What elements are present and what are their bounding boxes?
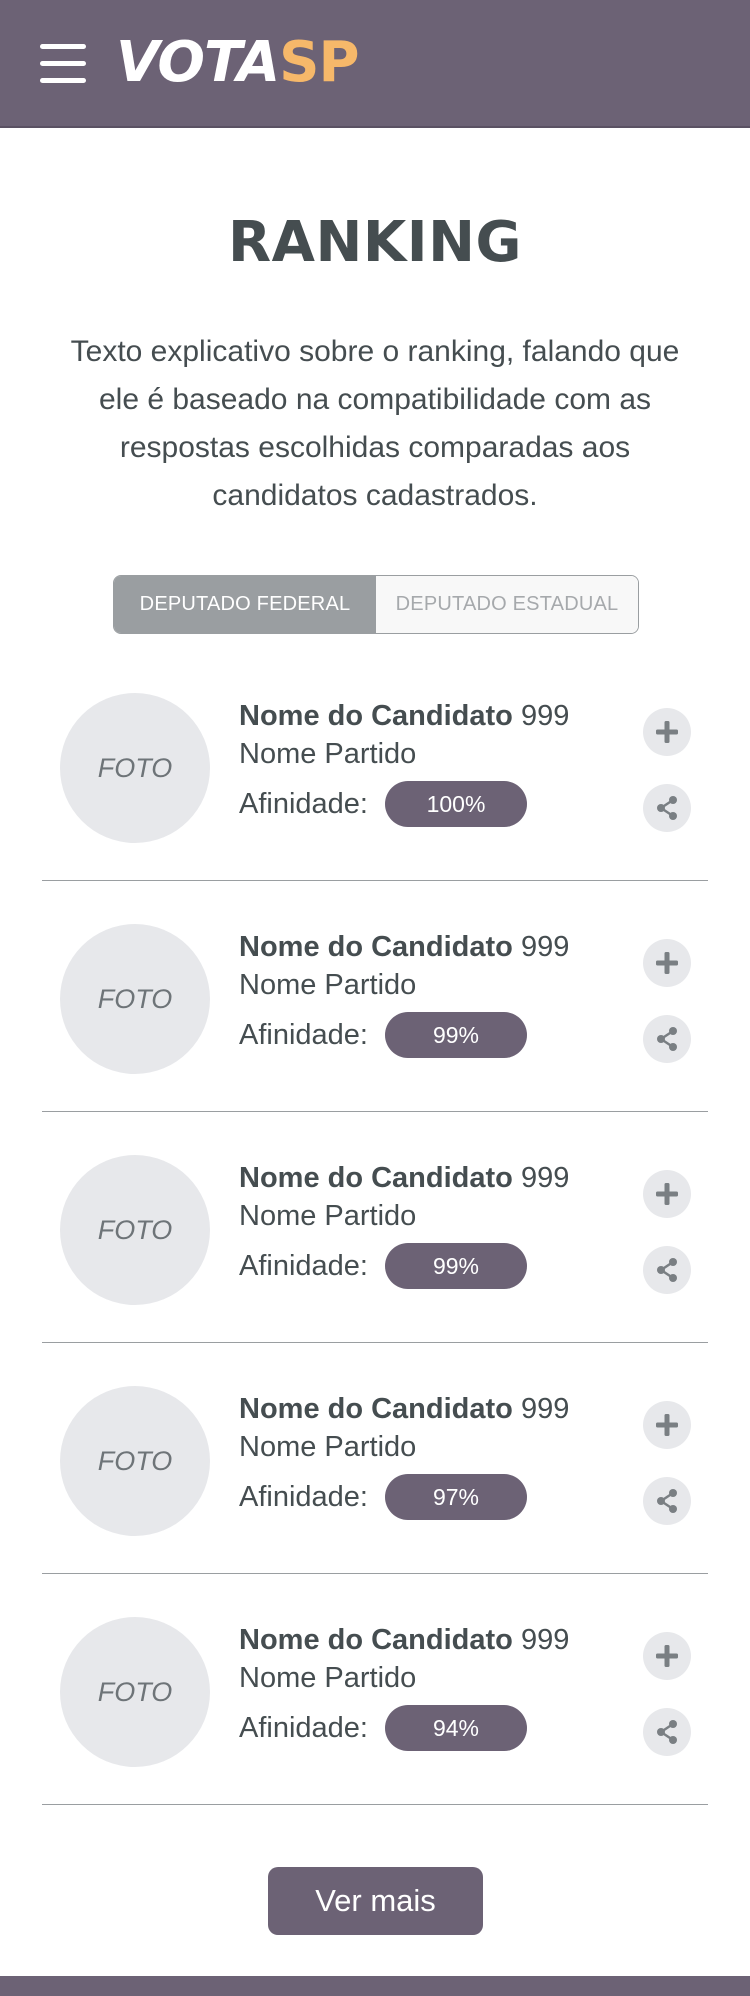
- hamburger-menu-icon[interactable]: [40, 40, 88, 88]
- candidate-list: FOTO Nome do Candidato 999 Nome Partido …: [42, 650, 708, 1805]
- affinity-row: Afinidade: 99%: [239, 1012, 569, 1058]
- candidate-number: 999: [520, 931, 570, 963]
- share-candidate-button[interactable]: [643, 1477, 691, 1525]
- footer-bar: [0, 1976, 750, 1996]
- affinity-badge: 94%: [385, 1705, 527, 1751]
- affinity-badge: 97%: [385, 1474, 527, 1520]
- candidate-number: 999: [520, 1624, 570, 1656]
- plus-icon: [656, 1183, 678, 1205]
- logo-text-sp: SP: [279, 30, 359, 95]
- candidate-card: FOTO Nome do Candidato 999 Nome Partido …: [42, 1343, 708, 1574]
- candidate-number: 999: [520, 1393, 570, 1425]
- candidate-name: Nome do Candidato: [239, 931, 513, 963]
- share-candidate-button[interactable]: [643, 1246, 691, 1294]
- affinity-label: Afinidade:: [239, 1019, 368, 1051]
- share-icon: [657, 1489, 677, 1513]
- tab-deputado-federal[interactable]: DEPUTADO FEDERAL: [114, 576, 376, 633]
- candidate-party: Nome Partido: [239, 969, 417, 1001]
- office-tabs: DEPUTADO FEDERAL DEPUTADO ESTADUAL: [113, 575, 639, 634]
- affinity-row: Afinidade: 100%: [239, 781, 569, 827]
- candidate-photo: FOTO: [60, 693, 210, 843]
- candidate-name: Nome do Candidato: [239, 1162, 513, 1194]
- plus-icon: [656, 952, 678, 974]
- share-icon: [657, 1720, 677, 1744]
- candidate-photo: FOTO: [60, 924, 210, 1074]
- candidate-name-line: Nome do Candidato 999: [239, 1390, 569, 1428]
- candidate-name-line: Nome do Candidato 999: [239, 928, 569, 966]
- affinity-badge: 100%: [385, 781, 527, 827]
- page-title: RANKING: [228, 210, 522, 275]
- candidate-card: FOTO Nome do Candidato 999 Nome Partido …: [42, 1112, 708, 1343]
- intro-text: Texto explicativo sobre o ranking, falan…: [70, 335, 680, 512]
- logo-text-vota: VOTA: [116, 30, 280, 95]
- affinity-row: Afinidade: 99%: [239, 1243, 569, 1289]
- candidate-card: FOTO Nome do Candidato 999 Nome Partido …: [42, 881, 708, 1112]
- affinity-row: Afinidade: 97%: [239, 1474, 569, 1520]
- candidate-info: Nome do Candidato 999 Nome Partido Afini…: [239, 1390, 569, 1520]
- share-candidate-button[interactable]: [643, 784, 691, 832]
- candidate-name: Nome do Candidato: [239, 700, 513, 732]
- share-candidate-button[interactable]: [643, 1015, 691, 1063]
- candidate-party: Nome Partido: [239, 1662, 417, 1694]
- see-more-button[interactable]: Ver mais: [268, 1867, 483, 1935]
- candidate-party: Nome Partido: [239, 1431, 417, 1463]
- add-candidate-button[interactable]: [643, 708, 691, 756]
- share-icon: [657, 796, 677, 820]
- affinity-label: Afinidade:: [239, 1250, 368, 1282]
- app-header: VOTASP: [0, 0, 750, 128]
- candidate-card: FOTO Nome do Candidato 999 Nome Partido …: [42, 650, 708, 881]
- candidate-party: Nome Partido: [239, 738, 417, 770]
- affinity-label: Afinidade:: [239, 1712, 368, 1744]
- candidate-party: Nome Partido: [239, 1200, 417, 1232]
- candidate-photo: FOTO: [60, 1617, 210, 1767]
- add-candidate-button[interactable]: [643, 1401, 691, 1449]
- candidate-number: 999: [520, 1162, 570, 1194]
- candidate-info: Nome do Candidato 999 Nome Partido Afini…: [239, 928, 569, 1058]
- add-candidate-button[interactable]: [643, 1632, 691, 1680]
- tab-deputado-estadual[interactable]: DEPUTADO ESTADUAL: [376, 576, 638, 633]
- candidate-info: Nome do Candidato 999 Nome Partido Afini…: [239, 1159, 569, 1289]
- logo[interactable]: VOTASP: [116, 30, 360, 96]
- plus-icon: [656, 721, 678, 743]
- candidate-name-line: Nome do Candidato 999: [239, 697, 569, 735]
- affinity-badge: 99%: [385, 1243, 527, 1289]
- candidate-photo: FOTO: [60, 1155, 210, 1305]
- candidate-card: FOTO Nome do Candidato 999 Nome Partido …: [42, 1574, 708, 1805]
- candidate-info: Nome do Candidato 999 Nome Partido Afini…: [239, 697, 569, 827]
- affinity-row: Afinidade: 94%: [239, 1705, 569, 1751]
- share-icon: [657, 1258, 677, 1282]
- affinity-label: Afinidade:: [239, 1481, 368, 1513]
- add-candidate-button[interactable]: [643, 939, 691, 987]
- candidate-photo: FOTO: [60, 1386, 210, 1536]
- candidate-number: 999: [520, 700, 570, 732]
- candidate-name-line: Nome do Candidato 999: [239, 1159, 569, 1197]
- candidate-name-line: Nome do Candidato 999: [239, 1621, 569, 1659]
- affinity-badge: 99%: [385, 1012, 527, 1058]
- candidate-name: Nome do Candidato: [239, 1624, 513, 1656]
- plus-icon: [656, 1414, 678, 1436]
- affinity-label: Afinidade:: [239, 788, 368, 820]
- add-candidate-button[interactable]: [643, 1170, 691, 1218]
- candidate-name: Nome do Candidato: [239, 1393, 513, 1425]
- share-icon: [657, 1027, 677, 1051]
- plus-icon: [656, 1645, 678, 1667]
- candidate-info: Nome do Candidato 999 Nome Partido Afini…: [239, 1621, 569, 1751]
- share-candidate-button[interactable]: [643, 1708, 691, 1756]
